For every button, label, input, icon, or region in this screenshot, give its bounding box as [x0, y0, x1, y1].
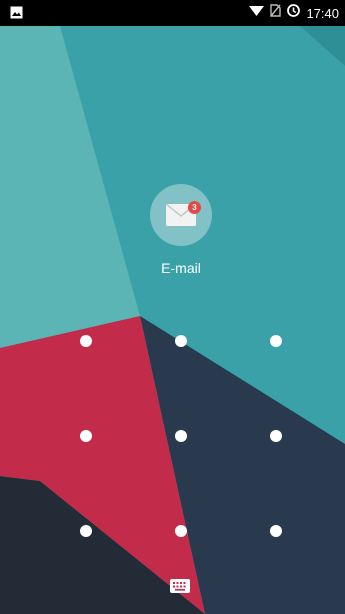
- pattern-dot[interactable]: [270, 430, 282, 442]
- data-saver-icon: [287, 4, 301, 22]
- email-notification-icon[interactable]: 3: [150, 184, 212, 246]
- pattern-dot[interactable]: [80, 430, 92, 442]
- wifi-icon: [249, 4, 265, 22]
- keyboard-toggle-button[interactable]: [168, 575, 192, 597]
- notification-badge: 3: [188, 201, 201, 214]
- pattern-dot[interactable]: [175, 335, 187, 347]
- pattern-dot[interactable]: [175, 430, 187, 442]
- pattern-dot[interactable]: [80, 335, 92, 347]
- pattern-dot[interactable]: [80, 525, 92, 537]
- notification-app-label: E-mail: [161, 260, 201, 276]
- pattern-dot[interactable]: [270, 335, 282, 347]
- status-bar: 17:40: [0, 0, 345, 26]
- lock-screen: 17:40 3 E-mail: [0, 0, 345, 614]
- no-sim-icon: [270, 4, 282, 22]
- status-time: 17:40: [306, 5, 339, 21]
- wallpaper: [0, 26, 345, 614]
- pattern-dot[interactable]: [175, 525, 187, 537]
- keyboard-icon: [170, 579, 190, 593]
- pattern-dot[interactable]: [270, 525, 282, 537]
- image-notification-icon: [10, 6, 23, 24]
